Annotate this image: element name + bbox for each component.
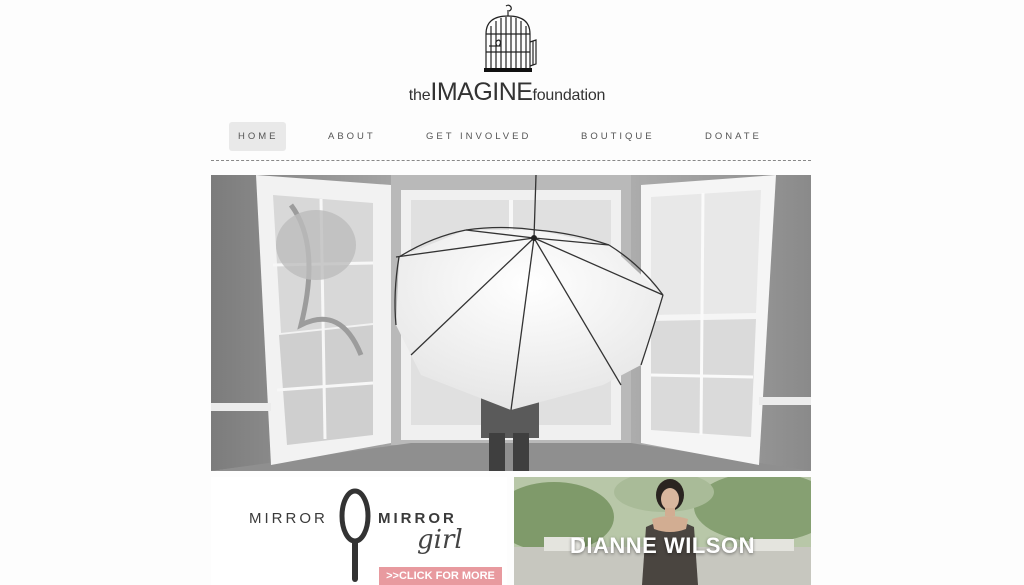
- main-nav: HOME ABOUT GET INVOLVED BOUTIQUE DONATE: [211, 121, 811, 153]
- nav-item-about[interactable]: ABOUT: [328, 122, 376, 151]
- logo-name: IMAGINE: [430, 78, 533, 106]
- page: theIMAGINEfoundation HOME ABOUT GET INVO…: [0, 0, 1024, 585]
- dianne-wilson-banner[interactable]: DIANNE WILSON: [514, 477, 811, 585]
- logo-prefix: the: [408, 87, 431, 104]
- nav-item-donate[interactable]: DONATE: [705, 122, 762, 151]
- nav-item-boutique[interactable]: BOUTIQUE: [581, 122, 655, 151]
- banner-word-mirror-1: MIRROR: [249, 510, 328, 527]
- birdcage-logo-icon[interactable]: [481, 4, 537, 76]
- mirror-mirror-girl-banner[interactable]: MIRROR MIRROR girl >>CLICK FOR MORE: [211, 477, 507, 585]
- dianne-wilson-photo: [514, 477, 811, 585]
- dianne-wilson-title: DIANNE WILSON: [570, 533, 755, 558]
- site-logo-text[interactable]: theIMAGINEfoundation: [0, 78, 1014, 107]
- hero-umbrella-image: [211, 175, 811, 471]
- hand-mirror-icon: [339, 488, 371, 582]
- click-for-more-button[interactable]: >>CLICK FOR MORE: [379, 567, 502, 585]
- logo-suffix: foundation: [532, 87, 606, 104]
- nav-item-home[interactable]: HOME: [229, 122, 286, 151]
- nav-item-get-involved[interactable]: GET INVOLVED: [426, 122, 531, 151]
- nav-divider: [211, 160, 811, 161]
- banner-word-girl: girl: [417, 525, 463, 555]
